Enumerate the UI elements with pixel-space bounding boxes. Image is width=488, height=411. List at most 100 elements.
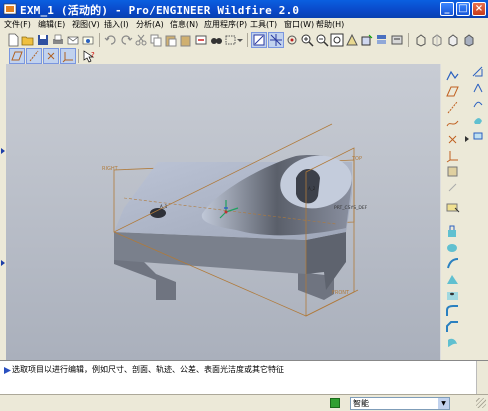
sketch-tool-icon[interactable] (445, 68, 460, 83)
regenerate-icon[interactable] (194, 33, 208, 47)
copy-options-icon[interactable] (472, 98, 484, 110)
wireframe-icon[interactable] (414, 33, 428, 47)
print-icon[interactable] (51, 33, 65, 47)
window-title: EXM_1 (活动的) - Pro/ENGINEER Wildfire 2.0 (20, 4, 300, 17)
redo-icon[interactable] (119, 33, 133, 47)
insert-shared-icon[interactable] (445, 200, 460, 215)
revolve-tool-icon[interactable] (445, 240, 460, 255)
chevron-down-icon[interactable] (236, 33, 244, 47)
expand-arrow-icon[interactable] (1, 148, 5, 154)
saved-views-icon[interactable] (360, 33, 374, 47)
context-help-icon[interactable]: ? (82, 49, 96, 63)
new-file-icon[interactable] (6, 33, 20, 47)
maximize-button[interactable]: □ (456, 2, 470, 16)
model-viewport[interactable]: TOP RIGHT FRONT A_1 A_2 PRT_CSYS_DEF (6, 64, 440, 360)
menu-applications[interactable]: 应用程序(P) (204, 19, 247, 30)
message-bullet-icon (4, 367, 11, 374)
datum-point-tool-icon[interactable] (445, 132, 460, 147)
close-button[interactable]: × (472, 2, 486, 16)
datum-label-top: TOP (351, 156, 362, 162)
hole-tool-icon[interactable] (445, 288, 460, 303)
right-side-panel (464, 64, 488, 360)
spin-center-icon (270, 34, 282, 46)
main-toolbar (0, 32, 488, 48)
repaint-icon (253, 34, 265, 46)
send-link-icon[interactable] (81, 33, 95, 47)
zoom-in-icon[interactable] (300, 33, 314, 47)
datum-curve-tool-icon[interactable] (445, 116, 460, 131)
datum-label-right: RIGHT (102, 166, 119, 172)
shading-icon[interactable] (462, 33, 476, 47)
zoom-out-icon[interactable] (315, 33, 329, 47)
find-icon[interactable] (209, 33, 223, 47)
toolbar-separator (408, 33, 409, 47)
datum-points-toggle[interactable] (43, 48, 59, 64)
axis-label-a1: A_1 (160, 204, 168, 209)
paste-icon[interactable] (164, 33, 178, 47)
sketch-options-icon[interactable] (472, 66, 484, 78)
spin-center-button[interactable] (268, 32, 284, 48)
status-light-icon (330, 398, 340, 408)
copy-icon[interactable] (149, 33, 163, 47)
menu-info[interactable]: 信息(N) (170, 19, 198, 30)
csys-label: PRT_CSYS_DEF (334, 205, 368, 211)
reorient-icon[interactable] (345, 33, 359, 47)
datum-plane-icon (11, 51, 23, 61)
view-manager-icon[interactable] (390, 33, 404, 47)
graphics-window[interactable]: TOP RIGHT FRONT A_1 A_2 PRT_CSYS_DEF (6, 64, 440, 360)
minimize-button[interactable]: _ (440, 2, 454, 16)
sweep-tool-icon[interactable] (445, 256, 460, 271)
analysis-tool-icon[interactable] (445, 164, 460, 179)
datum-axes-toggle[interactable] (26, 48, 42, 64)
chamfer-tool-icon[interactable] (445, 320, 460, 335)
layers-icon[interactable] (375, 33, 389, 47)
menu-window[interactable]: 窗口(W) (284, 19, 314, 30)
cut-icon[interactable] (134, 33, 148, 47)
round-tool-icon[interactable] (445, 304, 460, 319)
shell-tool-icon[interactable] (445, 336, 460, 351)
expand-arrow-icon[interactable] (1, 260, 5, 266)
status-bar: 智能 ▼ (0, 394, 488, 411)
csys-tool-icon[interactable] (445, 148, 460, 163)
repaint-button[interactable] (251, 32, 267, 48)
expand-arrow-icon[interactable] (465, 136, 469, 142)
proe-app-icon (3, 3, 17, 15)
send-mail-icon[interactable] (66, 33, 80, 47)
menu-insert[interactable]: 插入(I) (104, 19, 129, 30)
menu-analysis[interactable]: 分析(A) (136, 19, 164, 30)
chevron-down-icon[interactable]: ▼ (438, 398, 449, 409)
datum-label-front: FRONT (332, 290, 350, 296)
undo-icon[interactable] (104, 33, 118, 47)
message-text: 选取项目以进行编辑，例如尺寸、剖面、轨迹、公差、表面光洁度或其它特征 (12, 365, 284, 374)
open-folder-icon[interactable] (21, 33, 35, 47)
blend-tool-icon[interactable] (445, 272, 460, 287)
resize-grip-icon[interactable] (476, 398, 486, 408)
datum-misc-tool-icon[interactable] (445, 180, 460, 195)
menu-file[interactable]: 文件(F) (4, 19, 31, 30)
message-area: 选取项目以进行编辑，例如尺寸、剖面、轨迹、公差、表面光洁度或其它特征 (0, 360, 488, 395)
refit-icon[interactable] (330, 33, 344, 47)
svg-text:?: ? (91, 51, 95, 59)
plane-options-icon[interactable] (472, 82, 484, 94)
selection-filter-dropdown[interactable]: 智能 ▼ (350, 397, 450, 410)
save-icon[interactable] (36, 33, 50, 47)
menu-help[interactable]: 帮助(H) (316, 19, 344, 30)
menu-tools[interactable]: 工具(T) (250, 19, 277, 30)
orient-mode-icon[interactable] (285, 33, 299, 47)
coordinate-systems-toggle[interactable] (60, 48, 76, 64)
toolbar-separator (78, 49, 79, 63)
surface-options-icon[interactable] (472, 114, 484, 126)
datum-axis-tool-icon[interactable] (445, 100, 460, 115)
merge-options-icon[interactable] (472, 130, 484, 142)
no-hidden-icon[interactable] (446, 33, 460, 47)
datum-plane-tool-icon[interactable] (445, 84, 460, 99)
menu-edit[interactable]: 编辑(E) (38, 19, 65, 30)
extrude-tool-icon[interactable] (445, 224, 460, 239)
datum-planes-toggle[interactable] (9, 48, 25, 64)
hidden-line-icon[interactable] (430, 33, 444, 47)
paste-special-icon[interactable] (179, 33, 193, 47)
message-scrollbar[interactable] (476, 361, 488, 395)
toolbar-separator (99, 33, 100, 47)
axis-label-a2: A_2 (308, 186, 316, 191)
menu-view[interactable]: 视图(V) (72, 19, 100, 30)
